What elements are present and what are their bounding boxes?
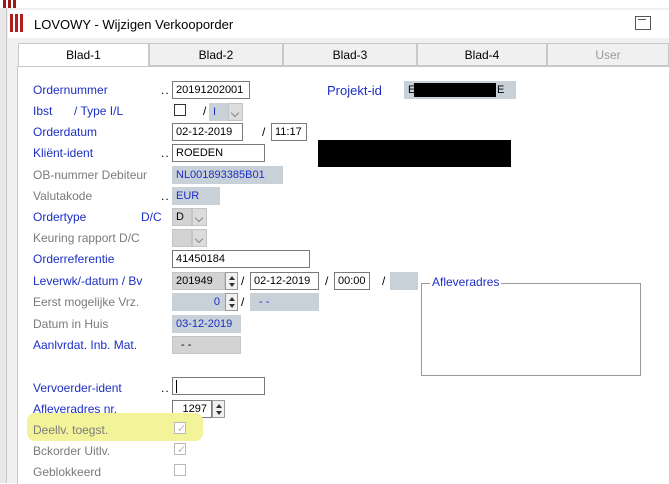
- restore-window-button[interactable]: [635, 16, 651, 30]
- slash: /: [203, 104, 207, 118]
- parent-icon-bar: [8, 0, 11, 8]
- slash: /: [262, 125, 266, 139]
- aanlvrdat-field[interactable]: - -: [172, 336, 241, 354]
- eerst-mogelijke-spinner: [225, 293, 238, 311]
- tab-user: User: [547, 43, 669, 66]
- label-ordertype: Ordertype: [33, 210, 87, 224]
- label-ordernummer: Ordernummer: [33, 83, 108, 97]
- label-geblokkeerd: Geblokkeerd: [33, 465, 102, 479]
- orderreferentie-field[interactable]: 41450184: [172, 250, 310, 268]
- tab-blad-2[interactable]: Blad-2: [149, 43, 283, 66]
- type-dropdown-arrow[interactable]: [228, 103, 243, 121]
- dots: ..: [161, 189, 170, 203]
- parent-icon-bar: [13, 0, 16, 8]
- afleveradres-legend: Afleveradres: [430, 275, 502, 289]
- label-orderdatum: Orderdatum: [33, 125, 98, 139]
- label-valutakode: Valutakode: [33, 189, 93, 203]
- label-klient-ident: Kliënt-ident: [33, 146, 94, 160]
- eerst-mogelijke-field: 0: [172, 293, 225, 311]
- label-eerst-mogelijke: Eerst mogelijke Vrz.: [33, 295, 140, 309]
- label-type: / Type I/L: [74, 104, 124, 118]
- slash: /: [382, 274, 386, 288]
- klient-ident-field[interactable]: ROEDEN: [172, 144, 265, 162]
- backorder-checkbox: ✓: [174, 443, 186, 456]
- dots: ..: [161, 146, 170, 160]
- ibst-checkbox[interactable]: [174, 104, 186, 116]
- projekt-id-end: E: [497, 84, 505, 96]
- label-orderreferentie: Orderreferentie: [33, 252, 115, 266]
- tab-blad-1[interactable]: Blad-1: [18, 43, 149, 68]
- redaction-bar: [414, 83, 496, 97]
- afleveradres-groupbox: [421, 283, 641, 376]
- dots: ..: [161, 381, 170, 395]
- geblokkeerd-checkbox: [174, 464, 186, 476]
- slash: /: [241, 274, 245, 288]
- redaction-block: [318, 140, 511, 167]
- keuring-dropdown-arrow: [192, 229, 207, 247]
- ordertype-dropdown-arrow[interactable]: [192, 208, 207, 226]
- ob-nummer-field: NL001893385B01: [172, 166, 283, 184]
- text-cursor: [176, 380, 177, 393]
- leverweek-field[interactable]: 201949: [172, 272, 225, 290]
- bv-field: [390, 272, 418, 290]
- label-ob-nummer: OB-nummer Debiteur: [33, 168, 148, 182]
- label-datum-in-huis: Datum in Huis: [33, 317, 109, 331]
- afleveradres-nr-spinner[interactable]: [212, 400, 225, 418]
- label-backorder: Bckorder Uitlv.: [33, 444, 111, 458]
- slash: /: [325, 274, 329, 288]
- left-border-strip: [0, 8, 7, 483]
- label-projekt-id: Projekt-id: [327, 83, 382, 98]
- label-dc: D/C: [141, 210, 162, 224]
- vervoerder-field[interactable]: [172, 377, 265, 395]
- tab-blad-4[interactable]: Blad-4: [417, 43, 547, 66]
- deellv-checkbox: ✓: [174, 422, 186, 435]
- valutakode-field: EUR: [172, 187, 220, 205]
- datum-in-huis-field: 03-12-2019: [172, 315, 241, 333]
- dots: ..: [161, 83, 170, 97]
- slash: /: [241, 295, 245, 309]
- levertijd-field[interactable]: 00:00: [334, 272, 370, 290]
- leverdatum-field[interactable]: 02-12-2019: [250, 272, 319, 290]
- ordernummer-field[interactable]: 20191202001: [172, 81, 250, 99]
- ordertijd-field[interactable]: 11:17: [271, 123, 307, 141]
- parent-icon-bar: [3, 0, 6, 8]
- leverweek-spinner[interactable]: [225, 272, 238, 290]
- keuring-combo: [172, 229, 192, 247]
- orderdatum-field[interactable]: 02-12-2019: [172, 123, 243, 141]
- app-icon: [10, 14, 28, 32]
- window-title: LOVOWY - Wijzigen Verkooporder: [34, 17, 234, 32]
- label-vervoerder: Vervoerder-ident: [33, 381, 122, 395]
- label-ibst: Ibst: [33, 104, 53, 118]
- label-aanlvrdat: Aanlvrdat. Inb. Mat.: [33, 338, 138, 352]
- eerst-mogelijke-datum-field: - -: [250, 293, 319, 311]
- label-deellv: Deellv. toegst.: [33, 423, 109, 437]
- label-leverwk: Leverwk/-datum / Bv: [33, 274, 143, 288]
- ordertype-combo[interactable]: D: [172, 208, 192, 226]
- tab-blad-3[interactable]: Blad-3: [283, 43, 417, 66]
- label-keuring: Keuring rapport D/C: [33, 231, 140, 245]
- type-combo[interactable]: I: [209, 103, 228, 121]
